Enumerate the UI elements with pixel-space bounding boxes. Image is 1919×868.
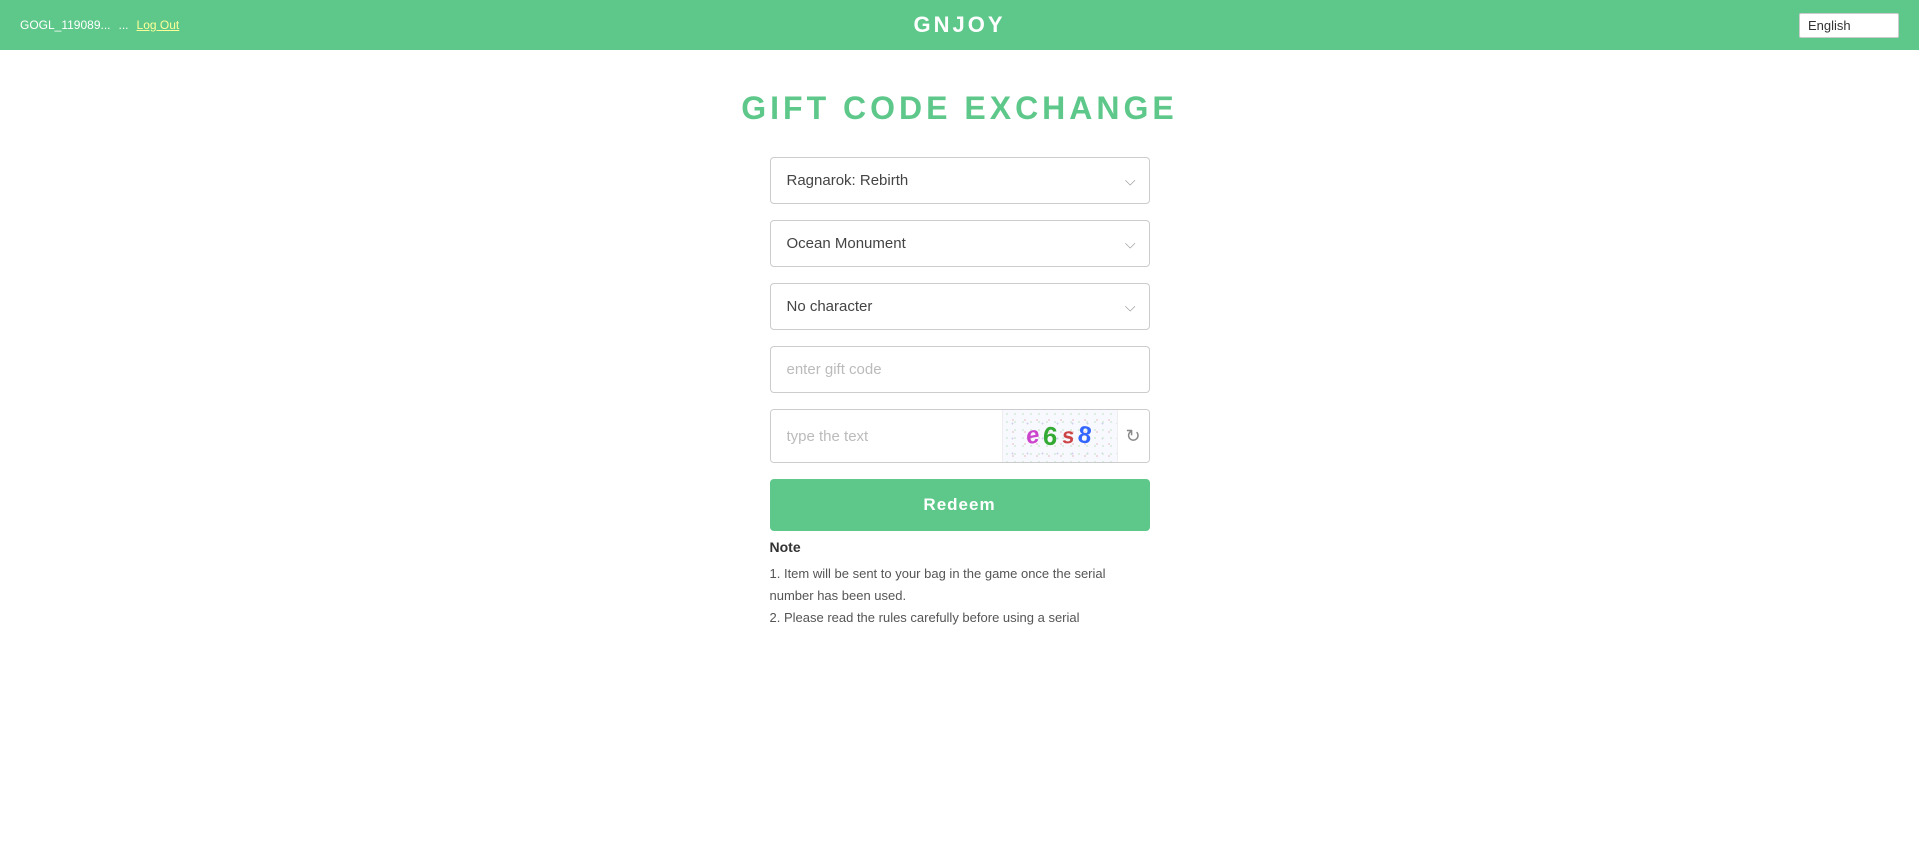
captcha-refresh-button[interactable]: ↻	[1117, 410, 1149, 462]
captcha-input[interactable]	[771, 410, 1002, 462]
main-content: GIFT CODE EXCHANGE Ragnarok: Rebirth Rag…	[0, 50, 1919, 669]
character-select-wrapper: No character Character 1 Character 2 ⌵	[770, 283, 1150, 330]
page-title: GIFT CODE EXCHANGE	[741, 90, 1177, 127]
server-select-wrapper: Ocean Monument Server 2 Server 3 ⌵	[770, 220, 1150, 267]
game-select-wrapper: Ragnarok: Rebirth Ragnarok Online Ragnar…	[770, 157, 1150, 204]
language-select[interactable]: English 한국어 中文 日本語	[1799, 13, 1899, 38]
captcha-char-2: 6	[1042, 420, 1061, 452]
captcha-characters: e 6 s 8	[1026, 421, 1093, 452]
header-left: GOGL_119089... ... Log Out	[20, 18, 179, 32]
captcha-char-1: e	[1024, 421, 1044, 451]
captcha-image: e 6 s 8	[1002, 410, 1117, 462]
captcha-char-4: 8	[1076, 421, 1095, 451]
notes-text: 1. Item will be sent to your bag in the …	[770, 563, 1150, 629]
character-select[interactable]: No character Character 1 Character 2	[770, 283, 1150, 330]
game-select[interactable]: Ragnarok: Rebirth Ragnarok Online Ragnar…	[770, 157, 1150, 204]
redeem-button[interactable]: Redeem	[770, 479, 1150, 531]
refresh-icon: ↻	[1126, 426, 1141, 447]
server-select[interactable]: Ocean Monument Server 2 Server 3	[770, 220, 1150, 267]
note-item-2: 2. Please read the rules carefully befor…	[770, 607, 1150, 629]
captcha-row: e 6 s 8 ↻	[770, 409, 1150, 463]
logout-link[interactable]: Log Out	[137, 18, 180, 32]
note-item-1: 1. Item will be sent to your bag in the …	[770, 563, 1150, 607]
header: GOGL_119089... ... Log Out GNJOY English…	[0, 0, 1919, 50]
notes-title: Note	[770, 539, 1150, 555]
header-username: GOGL_119089...	[20, 18, 111, 32]
header-right: English 한국어 中文 日本語	[1799, 13, 1899, 38]
site-logo: GNJOY	[913, 12, 1005, 38]
notes-section: Note 1. Item will be sent to your bag in…	[770, 539, 1150, 629]
captcha-char-3: s	[1061, 422, 1077, 449]
header-username-separator: ...	[119, 18, 129, 32]
gift-code-form: Ragnarok: Rebirth Ragnarok Online Ragnar…	[770, 157, 1150, 531]
gift-code-input[interactable]	[770, 346, 1150, 393]
